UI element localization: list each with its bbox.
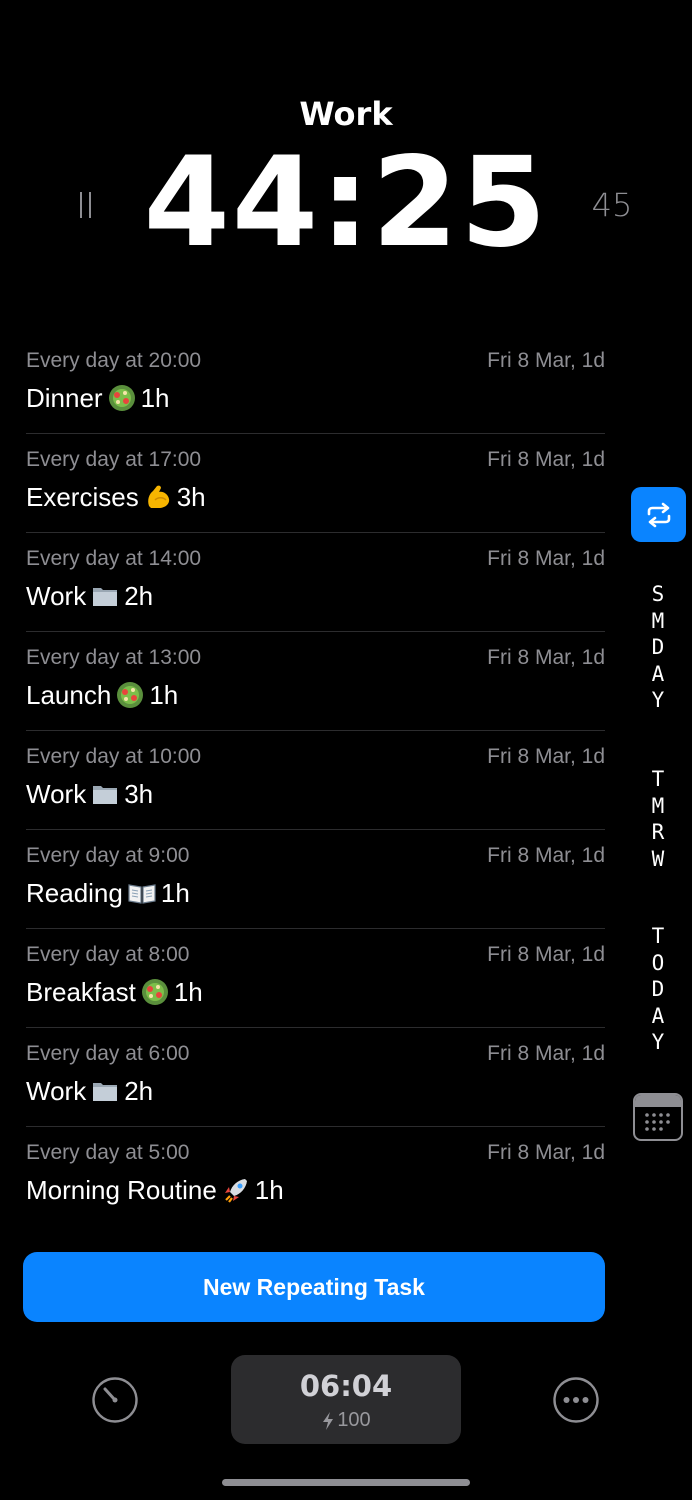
new-repeating-task-button[interactable]: New Repeating Task [23,1252,605,1322]
task-row[interactable]: Every day at 17:00 Fri 8 Mar, 1d Exercis… [26,434,605,533]
nav-tomorrow[interactable]: TMRW [638,766,678,872]
calendar-icon [635,1095,681,1131]
task-schedule: Every day at 9:00 [26,844,190,867]
task-duration: 1h [140,383,170,413]
folder-icon [93,786,118,804]
task-name: Work [26,779,87,809]
gauge-icon [92,1377,138,1423]
task-schedule: Every day at 17:00 [26,448,202,471]
task-duration: 1h [160,878,190,908]
task-schedule: Every day at 20:00 [26,349,202,372]
task-date: Fri 8 Mar, 1d [487,448,605,471]
task-date: Fri 8 Mar, 1d [487,1042,605,1065]
task-duration: 2h [124,1076,154,1106]
task-duration: 1h [149,680,179,710]
task-row[interactable]: Every day at 10:00 Fri 8 Mar, 1d Work 3h [26,731,605,830]
home-indicator[interactable] [222,1479,470,1486]
task-duration: 1h [173,977,203,1007]
task-date: Fri 8 Mar, 1d [487,844,605,867]
task-name: Work [26,1076,87,1106]
nav-today[interactable]: TODAY [638,923,678,1056]
task-duration: 2h [124,581,154,611]
task-date: Fri 8 Mar, 1d [487,1141,605,1164]
task-name: Breakfast [26,977,136,1007]
task-row[interactable]: Every day at 8:00 Fri 8 Mar, 1d Breakfas… [26,929,605,1028]
salad-icon [141,979,168,1005]
salad-icon [108,385,135,411]
task-name: Morning Routine [26,1175,217,1205]
task-row[interactable]: Every day at 9:00 Fri 8 Mar, 1d Reading 1… [26,830,605,929]
task-row[interactable]: Every day at 6:00 Fri 8 Mar, 1d Work 2h [26,1028,605,1127]
clock-card[interactable]: 06:04 100 [231,1355,461,1444]
task-list: Every day at 20:00 Fri 8 Mar, 1d Dinner 1… [26,335,605,1225]
salad-icon [117,682,144,708]
task-schedule: Every day at 13:00 [26,646,202,669]
task-date: Fri 8 Mar, 1d [487,646,605,669]
timer-task-title: Work [299,95,393,133]
repeat-icon [647,502,670,527]
task-schedule: Every day at 5:00 [26,1141,190,1164]
open-book-icon [128,884,156,904]
clock-time: 06:04 [299,1369,393,1403]
task-name: Launch [26,680,112,710]
folder-icon [93,1083,118,1101]
task-duration: 3h [176,482,206,512]
task-row[interactable]: Every day at 13:00 Fri 8 Mar, 1d Launch 1… [26,632,605,731]
task-schedule: Every day at 8:00 [26,943,190,966]
task-name: Work [26,581,87,611]
task-row[interactable]: Every day at 20:00 Fri 8 Mar, 1d Dinner 1… [26,335,605,434]
task-schedule: Every day at 14:00 [26,547,202,570]
task-duration: 1h [254,1175,284,1205]
task-name: Reading [26,878,123,908]
flexed-biceps-icon [147,485,169,508]
task-name: Exercises [26,482,139,512]
repeating-tasks-button[interactable] [631,487,686,542]
folder-icon [93,588,118,606]
task-date: Fri 8 Mar, 1d [487,943,605,966]
task-name: Dinner [26,383,103,413]
task-schedule: Every day at 6:00 [26,1042,190,1065]
energy-value: 100 [337,1409,371,1431]
task-row[interactable]: Every day at 14:00 Fri 8 Mar, 1d Work 2h [26,533,605,632]
lightning-icon [323,1411,334,1430]
nav-someday[interactable]: SMDAY [638,581,678,714]
timer-button[interactable] [91,1376,139,1424]
task-date: Fri 8 Mar, 1d [487,745,605,768]
task-date: Fri 8 Mar, 1d [487,349,605,372]
more-button[interactable] [552,1376,600,1424]
task-date: Fri 8 Mar, 1d [487,547,605,570]
task-row[interactable]: Every day at 5:00 Fri 8 Mar, 1d Morning … [26,1127,605,1225]
calendar-button[interactable] [633,1093,683,1141]
more-icon [553,1377,599,1423]
timer-duration[interactable]: 45 [582,186,642,224]
rocket-icon [224,1179,247,1203]
task-duration: 3h [124,779,154,809]
task-schedule: Every day at 10:00 [26,745,202,768]
